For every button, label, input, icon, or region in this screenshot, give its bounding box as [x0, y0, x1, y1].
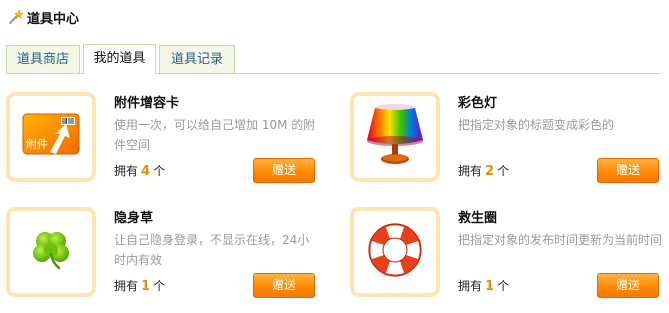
gift-button[interactable]: 赠送 [253, 158, 315, 183]
item-card-attachment-expansion: 附件 附件增容卡 使用一次，可以给自己增加 10M 的附件空间 拥有 4 个 赠送 [0, 88, 320, 196]
page-title-text: 道具中心 [27, 11, 80, 27]
item-description: 把指定对象的发布时间更新为当前时间 [458, 233, 663, 247]
item-name: 救生圈 [458, 211, 498, 226]
page-title: 道具中心 [8, 6, 79, 28]
item-name: 附件增容卡 [114, 96, 180, 111]
item-thumbnail: 附件 [6, 92, 96, 182]
gift-button[interactable]: 赠送 [597, 158, 659, 183]
item-card-life-buoy: 救生圈 把指定对象的发布时间更新为当前时间 拥有 1 个 赠送 [344, 203, 664, 311]
own-count: 1 [141, 279, 151, 294]
item-ownership: 拥有 1 个 [114, 277, 165, 294]
own-label: 拥有 [114, 164, 139, 178]
attachment-card-icon: 附件 [22, 112, 80, 162]
own-unit: 个 [497, 164, 510, 178]
wand-star-icon [8, 9, 24, 25]
gift-button[interactable]: 赠送 [597, 273, 659, 298]
own-unit: 个 [153, 279, 166, 293]
item-description: 把指定对象的标题变成彩色的 [458, 118, 615, 132]
props-center-page: 道具中心 道具商店 我的道具 道具记录 附件 附件增容卡 使用一次，可以给自己增… [0, 0, 669, 313]
item-thumbnail [350, 92, 440, 182]
item-ownership: 拥有 2 个 [458, 162, 509, 179]
life-ring-icon [364, 219, 426, 285]
item-description: 使用一次，可以给自己增加 10M 的附件空间 [114, 118, 316, 152]
attachment-card-label: 附件 [26, 137, 48, 151]
own-unit: 个 [153, 164, 166, 178]
own-label: 拥有 [458, 279, 483, 293]
own-unit: 个 [497, 279, 510, 293]
tab-bar: 道具商店 我的道具 道具记录 [0, 44, 669, 74]
own-count: 1 [485, 279, 495, 294]
tab-props-records[interactable]: 道具记录 [159, 45, 235, 73]
gift-button[interactable]: 赠送 [253, 273, 315, 298]
rainbow-lamp-icon [364, 102, 426, 172]
item-ownership: 拥有 1 个 [458, 277, 509, 294]
clover-icon [29, 228, 73, 276]
tab-my-props[interactable]: 我的道具 [83, 44, 156, 74]
tab-props-shop[interactable]: 道具商店 [6, 45, 80, 73]
item-description: 让自己隐身登录，不显示在线，24小时内有效 [114, 233, 310, 267]
item-ownership: 拥有 4 个 [114, 162, 165, 179]
own-label: 拥有 [114, 279, 139, 293]
item-name: 隐身草 [114, 211, 154, 226]
own-count: 2 [485, 164, 495, 179]
item-name: 彩色灯 [458, 96, 498, 111]
own-count: 4 [141, 164, 151, 179]
own-label: 拥有 [458, 164, 483, 178]
item-card-color-lamp: 彩色灯 把指定对象的标题变成彩色的 拥有 2 个 赠送 [344, 88, 664, 196]
item-thumbnail [6, 207, 96, 297]
item-card-invisibility-grass: 隐身草 让自己隐身登录，不显示在线，24小时内有效 拥有 1 个 赠送 [0, 203, 320, 311]
item-thumbnail [350, 207, 440, 297]
